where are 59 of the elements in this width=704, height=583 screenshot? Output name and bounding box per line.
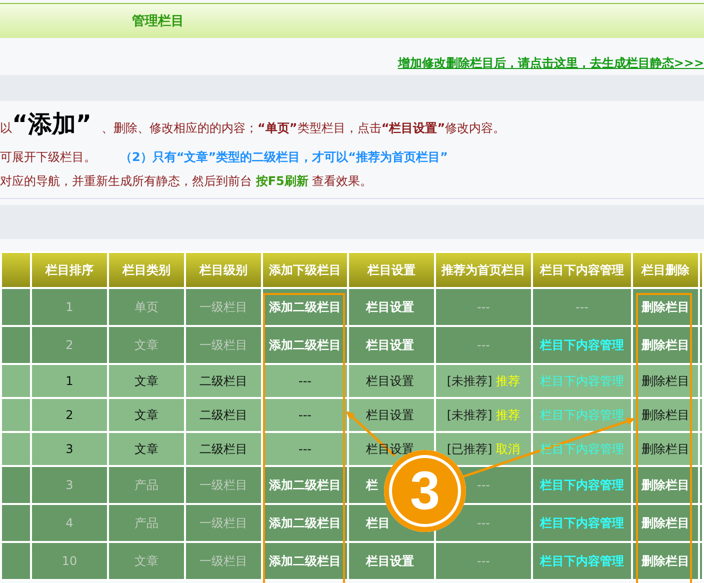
table-cell: 文章 xyxy=(108,542,185,580)
table-cell: 文章 xyxy=(108,326,185,364)
recommend-link[interactable]: 取消 xyxy=(496,442,520,456)
table-cell: 单页 xyxy=(108,288,185,326)
instruction-text: 对应的导航，并重新生成所有静态，然后到前台 按F5刷新 查看效果。 xyxy=(0,173,374,190)
table-cell: 一级栏目 xyxy=(185,542,262,580)
table-cell: 一级栏目 xyxy=(185,326,262,364)
table-cell: 文章 xyxy=(108,364,185,398)
placeholder-text: --- xyxy=(477,554,490,568)
table-cell: 文章 xyxy=(108,432,185,466)
table-cell: 二级栏目 xyxy=(185,398,262,432)
table-cell xyxy=(1,432,31,466)
table-cell: 2 xyxy=(31,398,108,432)
column-header: 栏目排序 xyxy=(31,252,108,288)
placeholder-text: --- xyxy=(477,516,490,530)
column-header: 栏目删除 xyxy=(632,252,699,288)
recommend-link[interactable]: 推荐 xyxy=(496,374,520,388)
recommend-link[interactable]: 推荐 xyxy=(496,408,520,422)
placeholder-text: --- xyxy=(477,338,490,352)
instruction-text: 可展开下级栏目。 （2）只有“文章”类型的二级栏目，才可以“推荐为首页栏目” xyxy=(0,149,449,166)
table-cell: 3 xyxy=(31,432,108,466)
regenerate-link[interactable]: 增加修改删除栏目后，请点击这里，去生成栏目静态>>> xyxy=(398,55,704,72)
column-header: 栏目级别 xyxy=(185,252,262,288)
content-manage-link[interactable]: --- xyxy=(576,300,588,314)
table-cell xyxy=(1,504,31,542)
table-cell: 1 xyxy=(31,364,108,398)
table-cell: 产品 xyxy=(108,504,185,542)
table-cell: 10 xyxy=(31,542,108,580)
placeholder-text: --- xyxy=(477,300,490,314)
table-cell xyxy=(1,364,31,398)
table-cell: 4 xyxy=(31,504,108,542)
column-header: 推荐为首页栏目 xyxy=(435,252,532,288)
table-cell xyxy=(1,288,31,326)
recommend-status: [未推荐] xyxy=(446,408,492,422)
column-settings-link[interactable]: 栏 xyxy=(366,478,378,492)
table-cell: 二级栏目 xyxy=(185,432,262,466)
column-header: 栏目下内容管理 xyxy=(532,252,632,288)
table-cell xyxy=(1,466,31,504)
table-cell: 产品 xyxy=(108,466,185,504)
table-cell: 一级栏目 xyxy=(185,466,262,504)
table-cell: 文章 xyxy=(108,398,185,432)
table-cell xyxy=(1,326,31,364)
page-title: 管理栏目 xyxy=(132,13,184,30)
placeholder-text: --- xyxy=(298,408,312,422)
table-cell: 3 xyxy=(31,466,108,504)
placeholder-text: --- xyxy=(298,442,312,456)
table-cell xyxy=(1,398,31,432)
placeholder-text: --- xyxy=(477,478,490,492)
placeholder-text: --- xyxy=(298,374,312,388)
table-cell: 二级栏目 xyxy=(185,364,262,398)
instruction-text: 以“添加” 、删除、修改相应的的内容；“单页”类型栏目，点击“栏目设置”修改内容。 xyxy=(0,109,506,140)
table-cell: 一级栏目 xyxy=(185,288,262,326)
table-cell: 1 xyxy=(31,288,108,326)
column-header: 栏目类别 xyxy=(108,252,185,288)
table-cell: 2 xyxy=(31,326,108,364)
column-header: 栏目设置 xyxy=(348,252,435,288)
column-header: 添加下级栏目 xyxy=(262,252,348,288)
table-cell: 一级栏目 xyxy=(185,504,262,542)
recommend-status: [未推荐] xyxy=(446,374,492,388)
